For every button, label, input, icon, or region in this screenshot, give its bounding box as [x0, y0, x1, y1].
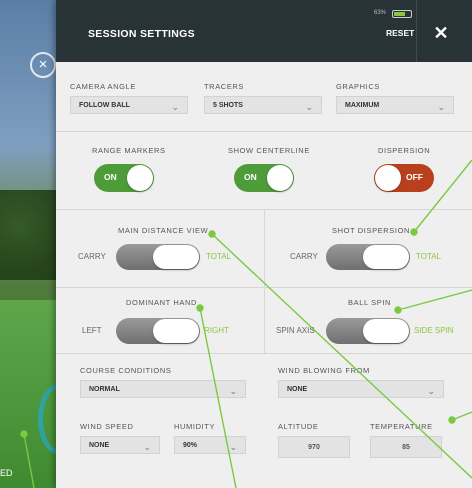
markers-section: RANGE MARKERS ON SHOW CENTERLINE ON DISP… [56, 132, 472, 210]
dispersion-toggle[interactable]: OFF [374, 164, 434, 192]
course-conditions-select[interactable]: NORMAL ⌄ [80, 380, 246, 398]
battery-icon [392, 10, 412, 18]
wind-speed-select[interactable]: NONE ⌄ [80, 436, 160, 454]
camera-angle-value: FOLLOW BALL [79, 102, 130, 109]
tree-foliage [0, 190, 60, 280]
wind-blowing-from-select[interactable]: NONE ⌄ [278, 380, 444, 398]
tracers-value: 5 SHOTS [213, 102, 243, 109]
main-distance-left-option: CARRY [78, 252, 106, 261]
dominant-hand-switch[interactable] [116, 318, 200, 344]
column-divider [264, 210, 265, 288]
hand-spin-section: DOMINANT HAND LEFT RIGHT BALL SPIN SPIN … [56, 288, 472, 354]
temperature-input[interactable]: 85 [370, 436, 442, 458]
show-centerline-label: SHOW CENTERLINE [228, 146, 310, 155]
switch-knob [153, 245, 199, 269]
shot-dispersion-switch[interactable] [326, 244, 410, 270]
dominant-hand-right-option: RIGHT [204, 326, 229, 335]
wind-speed-value: NONE [89, 442, 110, 449]
main-distance-view-label: MAIN DISTANCE VIEW [118, 226, 209, 235]
dominant-hand-label: DOMINANT HAND [126, 298, 197, 307]
toggle-knob [375, 165, 401, 191]
toggle-knob [127, 165, 153, 191]
main-distance-view-switch[interactable] [116, 244, 200, 270]
ball-spin-label: BALL SPIN [348, 298, 392, 307]
main-distance-right-option: TOTAL [206, 252, 232, 261]
chevron-down-icon: ⌄ [143, 442, 151, 452]
dispersion-label: DISPERSION [378, 146, 431, 155]
distance-view-section: MAIN DISTANCE VIEW CARRY TOTAL SHOT DISP… [56, 210, 472, 288]
ball-spin-switch[interactable] [326, 318, 410, 344]
chevron-down-icon: ⌄ [437, 102, 445, 112]
conditions-section: COURSE CONDITIONS NORMAL ⌄ WIND BLOWING … [56, 354, 472, 410]
battery-percent: 63% [374, 10, 387, 16]
shot-dispersion-label: SHOT DISPERSION [332, 226, 411, 235]
course-conditions-value: NORMAL [89, 386, 120, 393]
switch-knob [363, 245, 409, 269]
shot-dispersion-right-option: TOTAL [416, 252, 442, 261]
weather-section: WIND SPEED NONE ⌄ HUMIDITY 90% ⌄ ALTITUD… [56, 410, 472, 488]
camera-angle-select[interactable]: FOLLOW BALL ⌄ [70, 96, 188, 114]
wind-blowing-from-value: NONE [287, 386, 308, 393]
switch-knob [153, 319, 199, 343]
humidity-select[interactable]: 90% ⌄ [174, 436, 246, 454]
show-centerline-state: ON [244, 172, 257, 182]
graphics-value: MAXIMUM [345, 102, 380, 109]
temperature-label: TEMPERATURE [370, 422, 433, 431]
scene-close-icon[interactable]: × [30, 52, 56, 78]
wind-speed-label: WIND SPEED [80, 422, 134, 431]
ball-spin-right-option: SIDE SPIN [414, 326, 454, 335]
display-options-section: CAMERA ANGLE FOLLOW BALL ⌄ TRACERS 5 SHO… [56, 62, 472, 132]
battery-fill [394, 12, 405, 16]
humidity-value: 90% [183, 442, 198, 449]
dominant-hand-left-option: LEFT [82, 326, 102, 335]
chevron-down-icon: ⌄ [305, 102, 313, 112]
tracers-select[interactable]: 5 SHOTS ⌄ [204, 96, 322, 114]
graphics-select[interactable]: MAXIMUM ⌄ [336, 96, 454, 114]
altitude-input[interactable]: 970 [278, 436, 350, 458]
range-markers-toggle[interactable]: ON [94, 164, 154, 192]
session-settings-panel: SESSION SETTINGS 63% RESET ✕ CAMERA ANGL… [56, 0, 472, 488]
course-conditions-label: COURSE CONDITIONS [80, 366, 172, 375]
chevron-down-icon: ⌄ [229, 386, 237, 396]
show-centerline-toggle[interactable]: ON [234, 164, 294, 192]
range-markers-state: ON [104, 172, 117, 182]
switch-knob [363, 319, 409, 343]
camera-angle-label: CAMERA ANGLE [70, 82, 136, 91]
ball-spin-left-option: SPIN AXIS [276, 326, 315, 335]
graphics-label: GRAPHICS [336, 82, 380, 91]
range-markers-label: RANGE MARKERS [92, 146, 166, 155]
toggle-knob [267, 165, 293, 191]
humidity-label: HUMIDITY [174, 422, 216, 431]
reset-button[interactable]: RESET [386, 28, 414, 38]
wind-blowing-from-label: WIND BLOWING FROM [278, 366, 370, 375]
dispersion-state: OFF [406, 172, 423, 182]
tracers-label: TRACERS [204, 82, 245, 91]
shot-dispersion-left-option: CARRY [290, 252, 318, 261]
chevron-down-icon: ⌄ [229, 442, 237, 452]
header-divider [416, 0, 417, 62]
background-text-fragment: ED [0, 468, 13, 478]
close-icon[interactable]: ✕ [428, 20, 454, 46]
panel-header: SESSION SETTINGS 63% RESET ✕ [56, 0, 472, 62]
altitude-label: ALTITUDE [278, 422, 319, 431]
chevron-down-icon: ⌄ [171, 102, 179, 112]
chevron-down-icon: ⌄ [427, 386, 435, 396]
panel-title: SESSION SETTINGS [88, 28, 195, 40]
column-divider [264, 288, 265, 354]
